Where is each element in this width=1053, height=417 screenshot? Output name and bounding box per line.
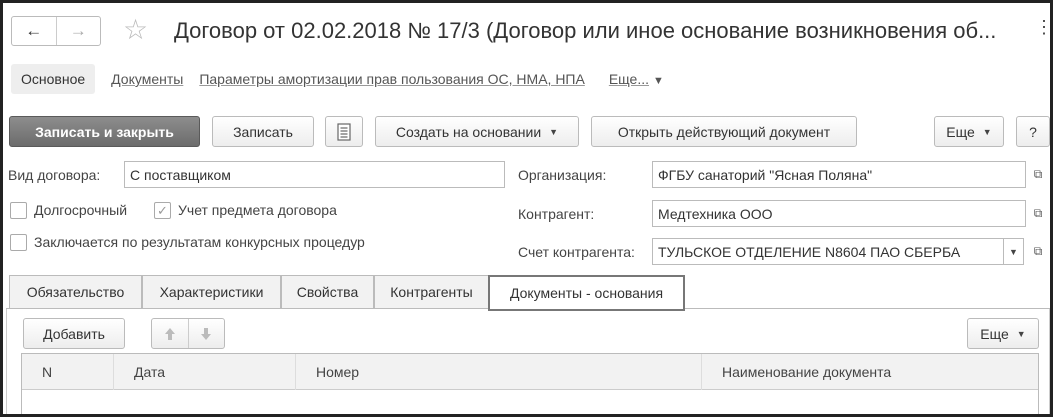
competitive-label: Заключается по результатам конкурсных пр… <box>34 234 365 250</box>
long-term-checkbox[interactable] <box>10 202 27 219</box>
add-button[interactable]: Добавить <box>23 318 125 349</box>
open-link-icon[interactable]: ⧉ <box>1027 200 1049 227</box>
save-and-close-button[interactable]: Записать и закрыть <box>9 116 200 147</box>
window-menu-icon[interactable]: ⋮ <box>1035 17 1050 38</box>
competitive-checkbox[interactable] <box>10 234 27 251</box>
window-title: Договор от 02.02.2018 № 17/3 (Договор ил… <box>174 18 997 43</box>
create-based-on-label: Создать на основании <box>395 123 542 140</box>
panel-more-label: Еще <box>980 325 1009 342</box>
organization-field[interactable]: ФГБУ санаторий "Ясная Поляна" <box>652 161 1026 188</box>
column-date[interactable]: Дата <box>114 354 296 390</box>
save-button[interactable]: Записать <box>212 116 314 147</box>
panel-more-button[interactable]: Еще ▼ <box>967 318 1039 349</box>
subject-account-label: Учет предмета договора <box>178 202 337 218</box>
help-button[interactable]: ? <box>1016 116 1050 147</box>
section-documents[interactable]: Документы <box>111 71 183 87</box>
caret-down-icon: ▼ <box>1016 328 1026 339</box>
caret-down-icon: ▼ <box>982 126 992 137</box>
open-current-document-button[interactable]: Открыть действующий документ <box>591 116 857 147</box>
counterparty-account-label: Счет контрагента: <box>518 244 635 260</box>
tab-obligation[interactable]: Обязательство <box>9 275 142 308</box>
counterparty-field[interactable]: Медтехника ООО <box>652 200 1026 227</box>
arrow-up-icon[interactable] <box>152 319 189 348</box>
base-documents-table[interactable]: N Дата Номер Наименование документа <box>21 353 1039 414</box>
chevron-down-icon: ▼ <box>652 75 664 87</box>
organization-label: Организация: <box>518 167 607 183</box>
section-amortization[interactable]: Параметры амортизации прав пользования О… <box>199 71 585 87</box>
subject-account-checkbox[interactable]: ✓ <box>154 202 171 219</box>
caret-down-icon: ▼ <box>549 126 559 137</box>
section-more-label: Еще... <box>608 71 649 87</box>
tab-properties[interactable]: Свойства <box>281 275 374 308</box>
more-label: Еще <box>946 123 975 140</box>
more-button[interactable]: Еще ▼ <box>934 116 1004 147</box>
back-arrow-icon[interactable]: ← <box>12 17 57 45</box>
favorite-star-icon[interactable]: ☆ <box>123 15 148 45</box>
tab-base-documents[interactable]: Документы - основания <box>488 275 685 311</box>
section-nav: Основное Документы Параметры амортизации… <box>11 63 664 95</box>
section-more[interactable]: Еще... ▼ <box>609 71 664 87</box>
contract-type-label: Вид договора: <box>8 167 101 183</box>
tab-characteristics[interactable]: Характеристики <box>142 275 281 308</box>
caret-down-icon[interactable]: ▼ <box>1004 238 1024 265</box>
column-number[interactable]: Номер <box>296 354 702 390</box>
counterparty-label: Контрагент: <box>518 206 595 222</box>
tab-counterparties[interactable]: Контрагенты <box>374 275 489 308</box>
counterparty-account-field[interactable]: ТУЛЬСКОЕ ОТДЕЛЕНИЕ N8604 ПАО СБЕРБА <box>652 238 1004 265</box>
forward-arrow-icon[interactable]: → <box>57 17 101 45</box>
create-based-on-button[interactable]: Создать на основании ▼ <box>375 116 579 147</box>
section-main[interactable]: Основное <box>11 64 96 94</box>
history-nav: ← → <box>11 16 101 46</box>
column-document-name[interactable]: Наименование документа <box>702 354 1038 390</box>
table-header: N Дата Номер Наименование документа <box>22 354 1038 390</box>
move-buttons <box>151 318 225 349</box>
contract-type-field[interactable]: С поставщиком <box>124 161 505 188</box>
long-term-label: Долгосрочный <box>34 202 128 218</box>
column-n[interactable]: N <box>22 354 114 390</box>
open-link-icon[interactable]: ⧉ <box>1027 161 1049 188</box>
document-list-icon <box>337 122 351 141</box>
open-link-icon[interactable]: ⧉ <box>1027 238 1049 265</box>
print-button[interactable] <box>325 116 363 147</box>
arrow-down-icon[interactable] <box>189 319 225 348</box>
document-window: ← → ☆ Договор от 02.02.2018 № 17/3 (Дого… <box>0 0 1053 417</box>
